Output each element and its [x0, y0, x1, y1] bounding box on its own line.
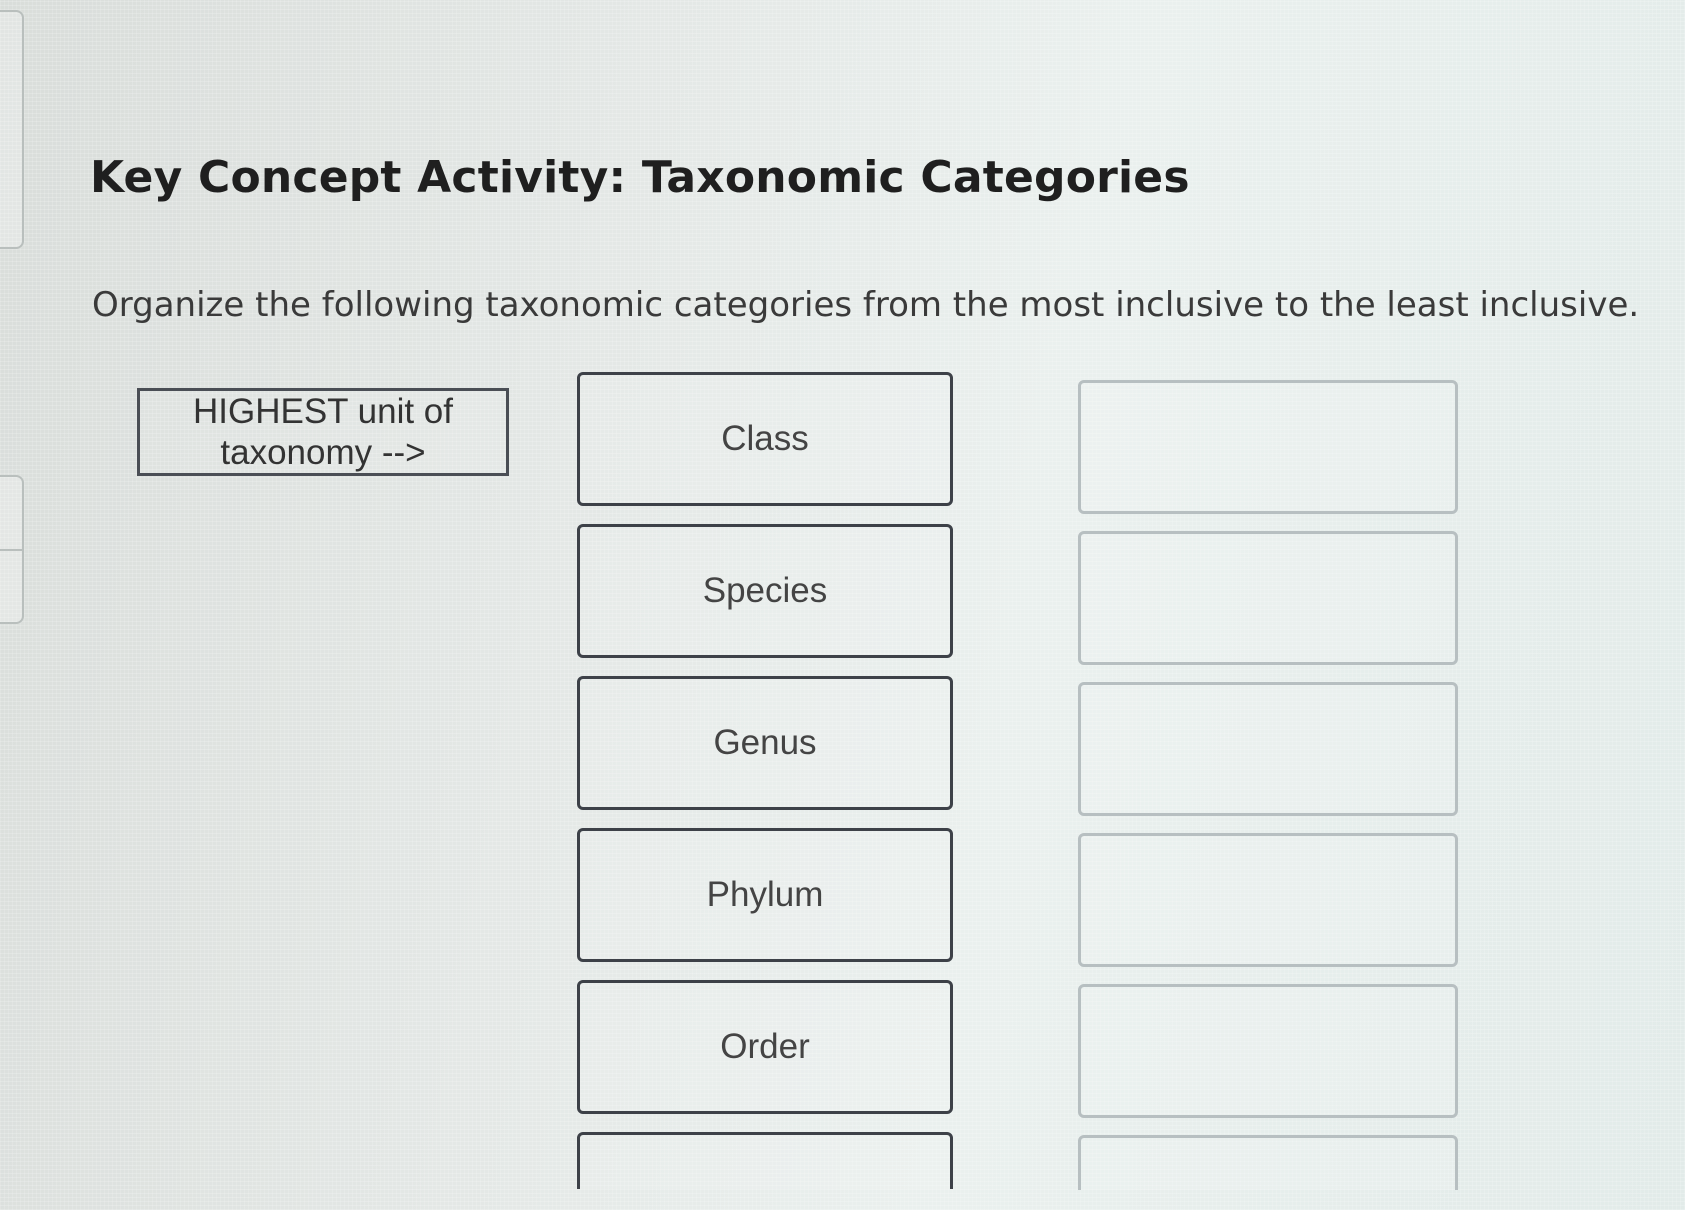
drop-target-2[interactable] [1078, 531, 1458, 665]
drop-target-3[interactable] [1078, 682, 1458, 816]
highest-unit-label: HIGHEST unit of taxonomy --> [137, 388, 509, 476]
choice-tile-class[interactable]: Class [577, 372, 953, 506]
side-panel-edge [0, 10, 24, 249]
choice-list: Class Species Genus Phylum Order [577, 372, 953, 1189]
choice-tile-phylum[interactable]: Phylum [577, 828, 953, 962]
choice-tile-genus[interactable]: Genus [577, 676, 953, 810]
drop-target-6[interactable] [1078, 1135, 1458, 1190]
choice-tile-partial[interactable] [577, 1132, 953, 1189]
choice-tile-order[interactable]: Order [577, 980, 953, 1114]
instructions-text: Organize the following taxonomic categor… [92, 285, 1640, 325]
choice-tile-species[interactable]: Species [577, 524, 953, 658]
highest-unit-label-line1: HIGHEST unit of [192, 392, 453, 431]
drop-target-5[interactable] [1078, 984, 1458, 1118]
drop-target-4[interactable] [1078, 833, 1458, 967]
highest-unit-label-line2: taxonomy --> [220, 433, 426, 472]
drop-target-list [1078, 380, 1458, 1190]
drop-target-1[interactable] [1078, 380, 1458, 514]
side-panel-tab[interactable] [0, 475, 24, 624]
page-title: Key Concept Activity: Taxonomic Categori… [90, 152, 1190, 203]
